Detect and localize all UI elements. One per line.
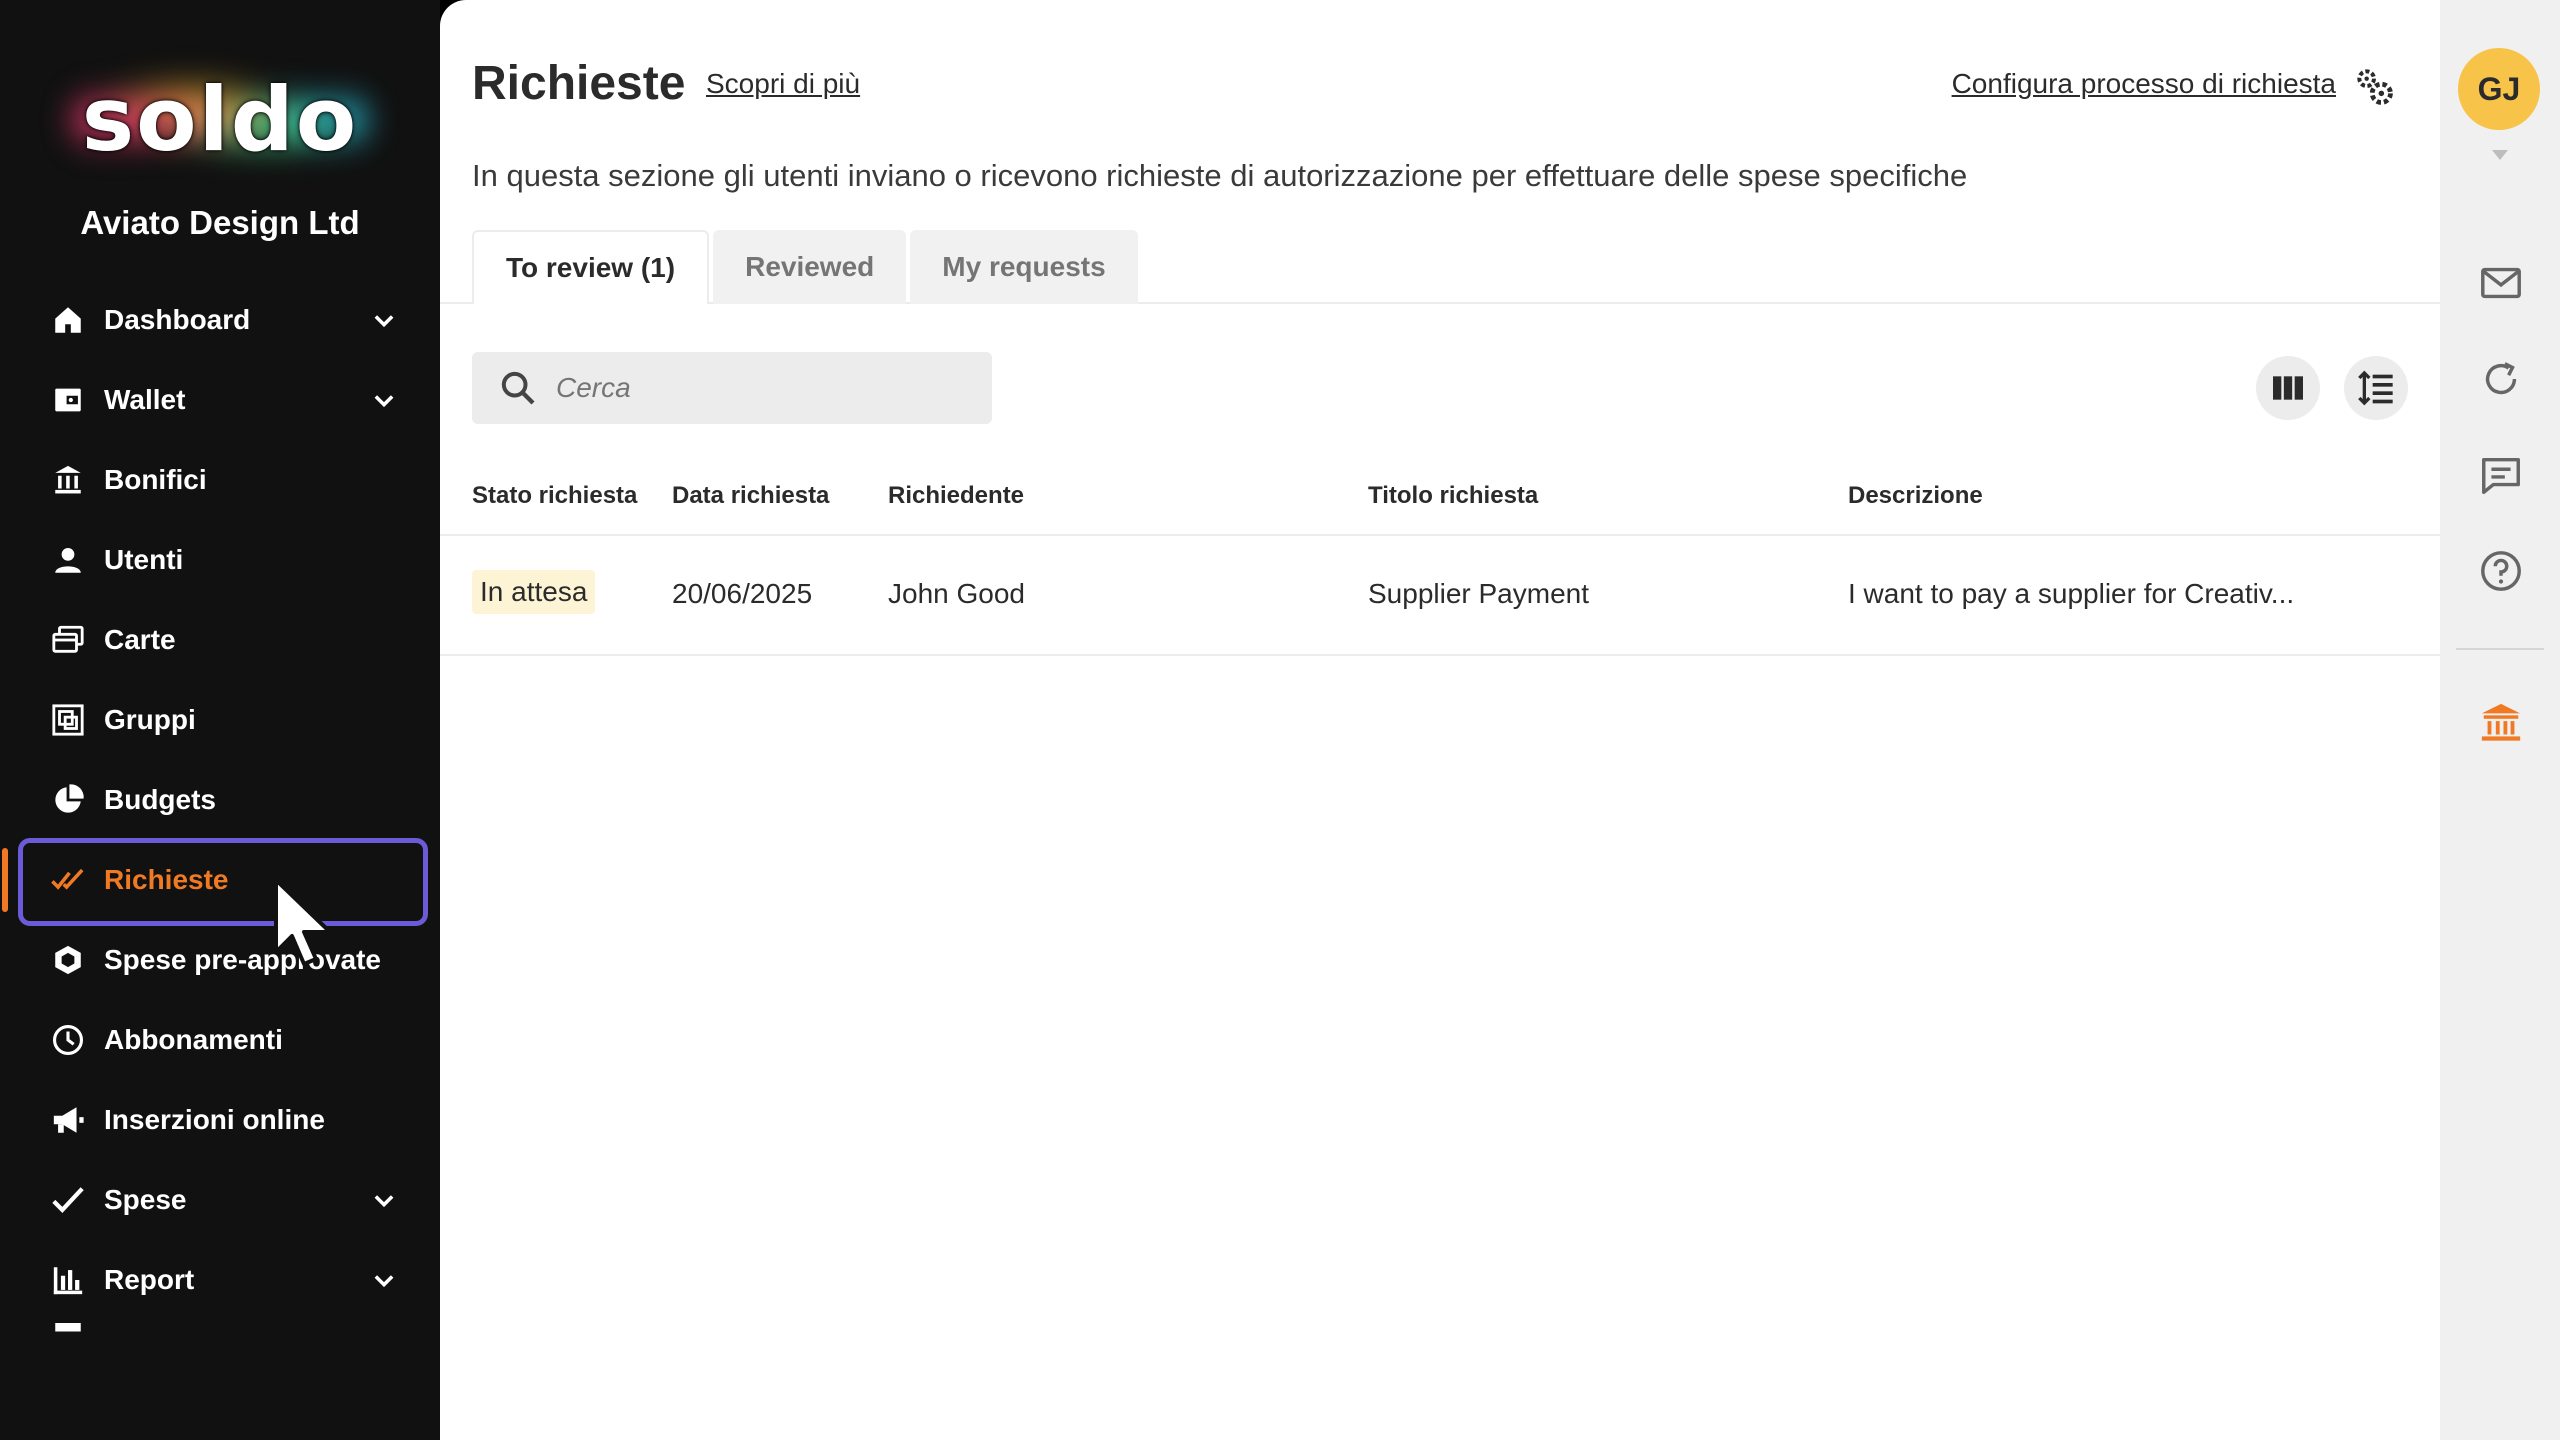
sidebar-item-abbonamenti[interactable]: Abbonamenti <box>0 1000 440 1080</box>
column-header-requester[interactable]: Richiedente <box>888 482 1024 510</box>
mouse-cursor-icon <box>274 878 332 966</box>
page-title: Richieste <box>472 57 686 110</box>
sidebar-nav: Dashboard Wallet Bonifici Utenti Carte G… <box>0 280 440 1360</box>
sidebar-item-label: Dashboard <box>104 304 251 335</box>
line-spacing-icon <box>2358 370 2393 406</box>
mail-icon[interactable] <box>2478 260 2524 306</box>
clock-icon <box>50 1022 86 1058</box>
caret-down-icon[interactable] <box>2490 148 2510 162</box>
sidebar-item-clipped[interactable] <box>0 1320 440 1360</box>
sidebar-item-label: Inserzioni online <box>104 1104 325 1135</box>
sidebar-item-label: Report <box>104 1264 195 1295</box>
bank-icon[interactable] <box>2478 700 2524 746</box>
sidebar-item-label: Wallet <box>104 384 186 415</box>
megaphone-icon <box>50 1102 86 1138</box>
bank-transfer-icon <box>50 462 86 498</box>
bar-chart-icon <box>50 1262 86 1298</box>
logo-text: soldo <box>81 68 359 171</box>
search-icon <box>501 371 535 405</box>
refresh-icon[interactable] <box>2478 356 2524 402</box>
chevron-down-icon[interactable] <box>370 1186 398 1214</box>
cards-icon <box>50 622 86 658</box>
sidebar-item-carte[interactable]: Carte <box>0 600 440 680</box>
tab-to-review[interactable]: To review (1) <box>472 230 710 304</box>
configure-process-link[interactable]: Configura processo di richiesta <box>1952 68 2336 100</box>
groups-icon <box>50 702 86 738</box>
sidebar-item-label: Bonifici <box>104 464 207 495</box>
column-header-description[interactable]: Descrizione <box>1848 482 1983 510</box>
sidebar-item-label: Budgets <box>104 784 216 815</box>
pie-chart-icon <box>50 782 86 818</box>
wallet-icon <box>50 382 86 418</box>
company-name: Aviato Design Ltd <box>80 204 360 241</box>
columns-icon <box>2273 376 2303 400</box>
sidebar-item-richieste[interactable]: Richieste <box>0 840 440 920</box>
chevron-down-icon[interactable] <box>370 306 398 334</box>
columns-button[interactable] <box>2256 356 2320 420</box>
tab-my-requests[interactable]: My requests <box>910 230 1138 304</box>
tab-reviewed[interactable]: Reviewed <box>713 230 907 304</box>
learn-more-link[interactable]: Scopri di più <box>706 68 860 100</box>
main-content: Richieste Scopri di più Configura proces… <box>440 0 2440 1440</box>
search-box[interactable] <box>472 352 992 424</box>
sidebar-item-utenti[interactable]: Utenti <box>0 520 440 600</box>
sidebar-item-gruppi[interactable]: Gruppi <box>0 680 440 760</box>
requester-name: John Good <box>888 578 1025 609</box>
double-check-icon <box>50 862 86 898</box>
sidebar-item-label: Spese <box>104 1184 187 1215</box>
avatar[interactable]: GJ <box>2458 48 2540 130</box>
request-title: Supplier Payment <box>1368 578 1590 609</box>
sidebar-item-label: Carte <box>104 624 176 655</box>
sidebar-item-label: Richieste <box>104 864 229 895</box>
check-icon <box>50 1182 86 1218</box>
sidebar-item-dashboard[interactable]: Dashboard <box>0 280 440 360</box>
column-header-title[interactable]: Titolo richiesta <box>1368 482 1538 510</box>
settings-icon <box>50 1322 86 1358</box>
sidebar-item-inserzioni-online[interactable]: Inserzioni online <box>0 1080 440 1160</box>
right-rail: GJ <box>2440 0 2560 1440</box>
page-description: In questa sezione gli utenti inviano o r… <box>472 158 1968 193</box>
status-badge: In attesa <box>472 570 596 614</box>
table-header: Stato richiesta Data richiesta Richieden… <box>440 468 2440 536</box>
sidebar-item-spese[interactable]: Spese <box>0 1160 440 1240</box>
request-description: I want to pay a supplier for Creativ... <box>1848 578 2295 609</box>
chevron-down-icon[interactable] <box>370 386 398 414</box>
sidebar-item-wallet[interactable]: Wallet <box>0 360 440 440</box>
column-header-status[interactable]: Stato richiesta <box>472 482 637 510</box>
gears-icon[interactable] <box>2352 64 2396 108</box>
tabs: To review (1) Reviewed My requests <box>472 230 1142 304</box>
soldo-logo[interactable]: soldo <box>60 50 380 190</box>
sidebar-item-label: Abbonamenti <box>104 1024 283 1055</box>
sidebar-item-budgets[interactable]: Budgets <box>0 760 440 840</box>
sidebar-item-spese-pre-approvate[interactable]: Spese pre-approvate <box>0 920 440 1000</box>
chat-icon[interactable] <box>2478 452 2524 498</box>
sidebar-item-label: Gruppi <box>104 704 196 735</box>
chevron-down-icon[interactable] <box>370 1266 398 1294</box>
user-icon <box>50 542 86 578</box>
rail-divider <box>2456 648 2544 650</box>
column-header-date[interactable]: Data richiesta <box>672 482 829 510</box>
request-date: 20/06/2025 <box>672 578 813 609</box>
sidebar: soldo Aviato Design Ltd Dashboard Wallet… <box>0 0 440 1440</box>
hexagon-icon <box>50 942 86 978</box>
search-input[interactable] <box>556 372 976 404</box>
home-icon <box>50 302 86 338</box>
sidebar-item-bonifici[interactable]: Bonifici <box>0 440 440 520</box>
help-icon[interactable] <box>2478 548 2524 594</box>
table-row[interactable]: In attesa 20/06/2025 John Good Supplier … <box>440 536 2440 656</box>
sidebar-item-label: Utenti <box>104 544 184 575</box>
density-button[interactable] <box>2344 356 2408 420</box>
sidebar-item-report[interactable]: Report <box>0 1240 440 1320</box>
